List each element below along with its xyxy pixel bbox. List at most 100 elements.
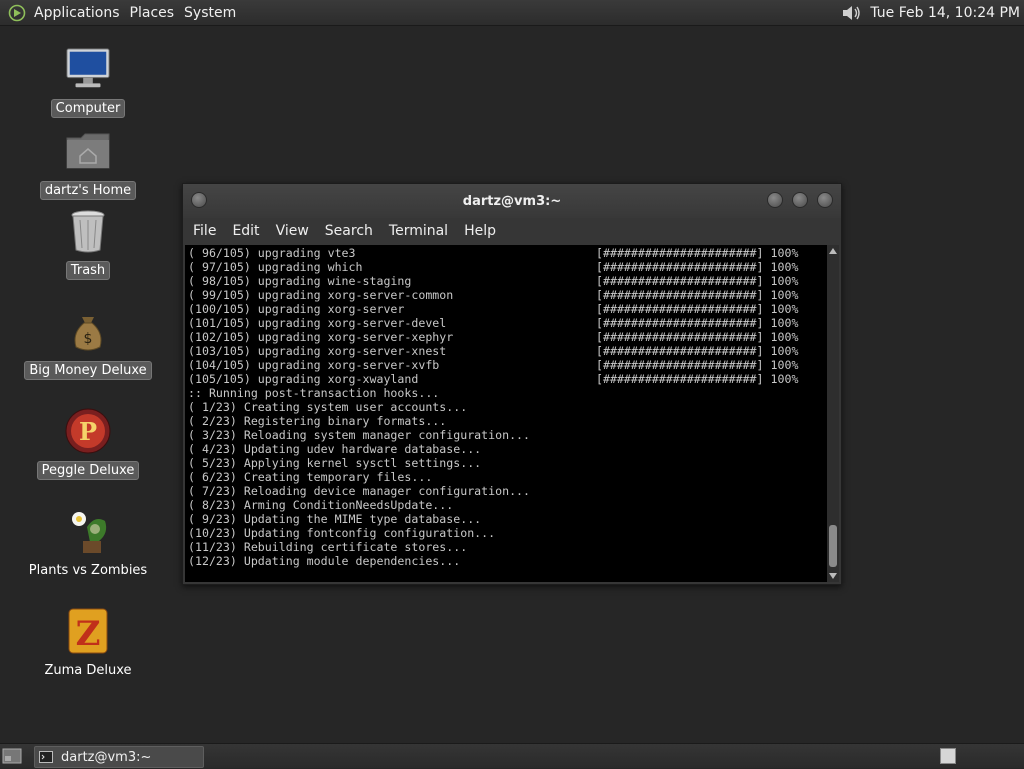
terminal-line-text: ( 4/23) Updating udev hardware database.… [188, 442, 482, 456]
terminal-line-text: (103/105) upgrading xorg-server-xnest [188, 344, 447, 358]
volume-icon[interactable] [840, 2, 864, 24]
terminal-line-text: (104/105) upgrading xorg-server-xvfb [188, 358, 440, 372]
terminal-line: ( 2/23) Registering binary formats... [188, 414, 828, 428]
progress-bar-text: [######################] 100% [596, 372, 799, 386]
terminal-line: ( 7/23) Reloading device manager configu… [188, 484, 828, 498]
terminal-line: (103/105) upgrading xorg-server-xnest [##… [188, 344, 828, 358]
progress-bar-text: [######################] 100% [596, 344, 799, 358]
terminal-line-text: :: Running post-transaction hooks... [188, 386, 440, 400]
menu-terminal[interactable]: Terminal [383, 223, 458, 239]
terminal-line: (12/23) Updating module dependencies... [188, 554, 828, 568]
terminal-output[interactable]: ( 96/105) upgrading vte3 [###############… [185, 245, 839, 582]
terminal-line-text: (102/105) upgrading xorg-server-xephyr [188, 330, 454, 344]
scrollbar-thumb[interactable] [829, 525, 837, 567]
terminal-line-text: ( 3/23) Reloading system manager configu… [188, 428, 531, 442]
desktop-icon-label: Trash [65, 261, 111, 280]
clock[interactable]: Tue Feb 14, 10:24 PM [870, 5, 1020, 21]
desktop-icon-label: Big Money Deluxe [24, 361, 152, 380]
places-menu[interactable]: Places [128, 5, 183, 21]
terminal-line: (102/105) upgrading xorg-server-xephyr [#… [188, 330, 828, 344]
trash-icon [64, 207, 112, 255]
terminal-line: ( 4/23) Updating udev hardware database.… [188, 442, 828, 456]
system-menu[interactable]: System [182, 5, 244, 21]
desktop-icon-trash[interactable]: Trash [20, 207, 156, 280]
desktop-icon-peggle[interactable]: P Peggle Deluxe [20, 407, 156, 480]
zuma-icon: Z [64, 607, 112, 655]
desktop-icon-computer[interactable]: Computer [20, 45, 156, 118]
terminal-line-text: ( 97/105) upgrading which [188, 260, 363, 274]
desktop-icon-home[interactable]: dartz's Home [20, 127, 156, 200]
distro-logo-icon[interactable] [8, 4, 26, 22]
window-titlebar[interactable]: dartz@vm3:~ [183, 184, 841, 218]
menu-help[interactable]: Help [458, 223, 506, 239]
taskbar-terminal-button[interactable]: dartz@vm3:~ [34, 746, 204, 768]
desktop-icon-label: Plants vs Zombies [28, 563, 148, 578]
plants-vs-zombies-icon [64, 507, 112, 555]
top-panel: Applications Places System Tue Feb 14, 1… [0, 0, 1024, 26]
terminal-scrollbar[interactable] [827, 245, 839, 582]
terminal-line-text: (101/105) upgrading xorg-server-devel [188, 316, 447, 330]
desktop-icon-zuma[interactable]: Z Zuma Deluxe [20, 607, 156, 679]
terminal-line: (10/23) Updating fontconfig configuratio… [188, 526, 828, 540]
minimize-button[interactable] [767, 192, 783, 208]
window-title: dartz@vm3:~ [462, 193, 562, 209]
terminal-line: :: Running post-transaction hooks... [188, 386, 828, 400]
svg-text:P: P [79, 417, 97, 446]
terminal-line-text: ( 9/23) Updating the MIME type database.… [188, 512, 482, 526]
workspace-switcher[interactable] [940, 748, 956, 764]
terminal-line-text: ( 7/23) Reloading device manager configu… [188, 484, 531, 498]
terminal-line: ( 3/23) Reloading system manager configu… [188, 428, 828, 442]
progress-bar-text: [######################] 100% [596, 330, 799, 344]
menu-view[interactable]: View [270, 223, 319, 239]
maximize-button[interactable] [792, 192, 808, 208]
progress-bar-text: [######################] 100% [596, 288, 799, 302]
progress-bar-text: [######################] 100% [596, 316, 799, 330]
desktop-icon-plants-vs-zombies[interactable]: Plants vs Zombies [20, 507, 156, 579]
applications-menu[interactable]: Applications [32, 5, 128, 21]
svg-text:Z: Z [76, 614, 101, 654]
peggle-icon: P [64, 407, 112, 455]
terminal-line-text: ( 5/23) Applying kernel sysctl settings.… [188, 456, 482, 470]
menu-edit[interactable]: Edit [226, 223, 269, 239]
terminal-line: ( 1/23) Creating system user accounts... [188, 400, 828, 414]
progress-bar-text: [######################] 100% [596, 302, 799, 316]
terminal-line-text: ( 96/105) upgrading vte3 [188, 246, 356, 260]
progress-bar-text: [######################] 100% [596, 274, 799, 288]
terminal-line: ( 9/23) Updating the MIME type database.… [188, 512, 828, 526]
terminal-window: dartz@vm3:~ File Edit View Search Termin… [182, 183, 842, 585]
terminal-line-text: ( 1/23) Creating system user accounts... [188, 400, 468, 414]
window-menu-icon[interactable] [191, 192, 207, 208]
progress-bar-text: [######################] 100% [596, 246, 799, 260]
scroll-up-arrow-icon[interactable] [827, 245, 839, 257]
desktop-icon-label: dartz's Home [39, 181, 137, 200]
computer-icon [64, 45, 112, 93]
svg-text:$: $ [84, 331, 93, 347]
bottom-panel: dartz@vm3:~ [0, 743, 1024, 768]
show-desktop-icon[interactable] [2, 747, 22, 765]
terminal-line-text: ( 99/105) upgrading xorg-server-common [188, 288, 454, 302]
terminal-line: ( 5/23) Applying kernel sysctl settings.… [188, 456, 828, 470]
terminal-line: ( 8/23) Arming ConditionNeedsUpdate... [188, 498, 828, 512]
progress-bar-text: [######################] 100% [596, 358, 799, 372]
close-button[interactable] [817, 192, 833, 208]
taskbar-button-label: dartz@vm3:~ [61, 749, 152, 765]
terminal-line: ( 96/105) upgrading vte3 [###############… [188, 246, 828, 260]
terminal-line-text: (10/23) Updating fontconfig configuratio… [188, 526, 496, 540]
terminal-line-text: ( 2/23) Registering binary formats... [188, 414, 447, 428]
desktop-icon-label: Peggle Deluxe [36, 461, 140, 480]
terminal-line-text: (105/105) upgrading xorg-xwayland [188, 372, 419, 386]
menu-search[interactable]: Search [319, 223, 383, 239]
menu-file[interactable]: File [187, 223, 226, 239]
terminal-line: (101/105) upgrading xorg-server-devel [##… [188, 316, 828, 330]
terminal-line: ( 99/105) upgrading xorg-server-common [#… [188, 288, 828, 302]
progress-bar-text: [######################] 100% [596, 260, 799, 274]
desktop-icon-big-money[interactable]: $ Big Money Deluxe [20, 307, 156, 380]
money-bag-icon: $ [64, 307, 112, 355]
desktop-icon-label: Computer [50, 99, 126, 118]
terminal-line-text: ( 98/105) upgrading wine-staging [188, 274, 412, 288]
home-folder-icon [64, 127, 112, 175]
terminal-text: ( 96/105) upgrading vte3 [###############… [188, 246, 828, 568]
scroll-down-arrow-icon[interactable] [827, 570, 839, 582]
desktop-icon-label: Zuma Deluxe [44, 663, 132, 678]
terminal-line-text: ( 6/23) Creating temporary files... [188, 470, 433, 484]
